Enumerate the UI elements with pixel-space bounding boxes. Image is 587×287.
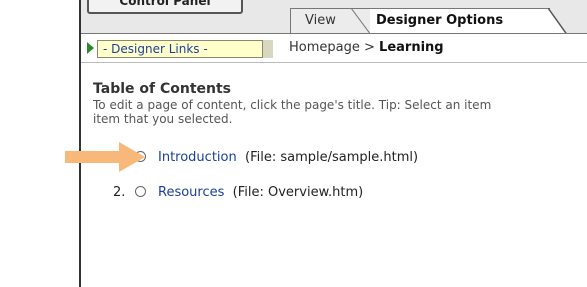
breadcrumb-separator: > bbox=[364, 40, 375, 55]
dropdown-arrow-icon[interactable] bbox=[262, 40, 273, 58]
tab-view-slant bbox=[351, 8, 371, 35]
toc-help-text: To edit a page of content, click the pag… bbox=[93, 98, 587, 126]
tab-view-label: View bbox=[305, 13, 336, 28]
breadcrumb: Homepage > Learning bbox=[289, 40, 444, 55]
file-path: (File: Overview.htm) bbox=[232, 185, 364, 200]
designer-links-select[interactable]: - Designer Links - bbox=[97, 40, 273, 58]
pointer-arrow-icon bbox=[65, 142, 145, 172]
tab-view[interactable]: View bbox=[290, 8, 371, 35]
radio-button[interactable] bbox=[135, 186, 146, 197]
list-item: 2. Resources (File: Overview.htm) bbox=[113, 185, 363, 200]
tab-designer-options[interactable]: Designer Options bbox=[370, 8, 568, 36]
list-item-number: 2. bbox=[113, 185, 126, 200]
file-path: (File: sample/sample.html) bbox=[245, 150, 419, 165]
tab-designer-options-slant bbox=[548, 8, 568, 36]
page-title-link[interactable]: Resources bbox=[158, 185, 224, 200]
toc-help-line-1: To edit a page of content, click the pag… bbox=[93, 98, 492, 112]
tab-designer-options-label: Designer Options bbox=[376, 13, 504, 28]
toc-help-line-2: item that you selected. bbox=[93, 112, 233, 126]
play-icon bbox=[87, 42, 94, 54]
control-panel-button[interactable]: Control Panel bbox=[87, 0, 243, 14]
designer-links-value: - Designer Links - bbox=[103, 42, 208, 56]
list-item: 1.Introduction (File: sample/sample.html… bbox=[113, 150, 418, 165]
page-title-link[interactable]: Introduction bbox=[158, 150, 237, 165]
breadcrumb-current: Learning bbox=[379, 40, 444, 55]
page-title: Table of Contents bbox=[93, 81, 232, 97]
breadcrumb-home[interactable]: Homepage bbox=[289, 40, 360, 55]
